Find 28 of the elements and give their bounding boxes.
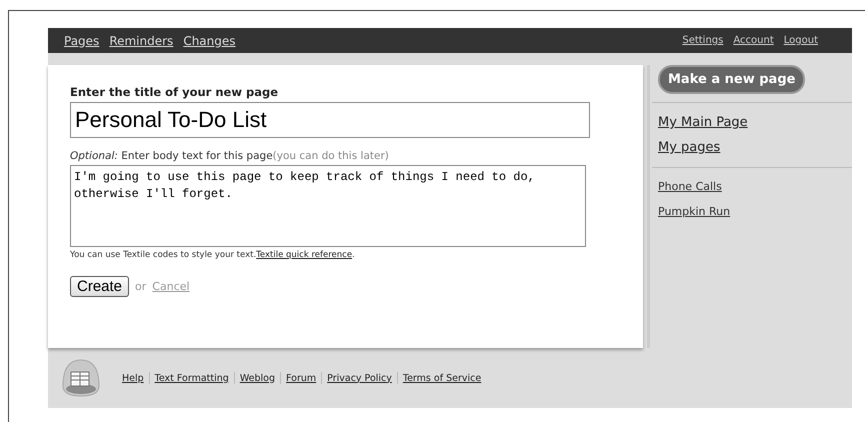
logo-icon — [60, 358, 102, 398]
footer-link[interactable]: Weblog — [240, 372, 276, 384]
footer-link[interactable]: Privacy Policy — [327, 372, 392, 384]
footer-link[interactable]: Forum — [286, 372, 316, 384]
nav-link[interactable]: Pages — [64, 34, 100, 48]
page-link[interactable]: Pumpkin Run — [658, 205, 846, 218]
footer-link[interactable]: Text Formatting — [154, 372, 229, 384]
account-link[interactable]: Account — [733, 35, 774, 46]
nav-link[interactable]: Changes — [183, 34, 236, 48]
account-link[interactable]: Logout — [784, 35, 818, 46]
sidebar-link[interactable]: My Main Page — [658, 115, 846, 130]
title-field[interactable]: Personal To-Do List — [70, 102, 590, 138]
footer-link[interactable]: Help — [122, 372, 144, 384]
textile-note: You can use Textile codes to style your text. — [70, 250, 256, 260]
footer-link[interactable]: Terms of Service — [402, 372, 482, 384]
nav-link[interactable]: Reminders — [109, 34, 174, 48]
body-label: Optional: Enter body text for this page — [70, 150, 273, 162]
textile-link[interactable]: Textile quick reference — [256, 250, 352, 260]
account-link[interactable]: Settings — [682, 35, 724, 46]
title-label: Enter the title of your new page — [70, 85, 279, 99]
create-button[interactable]: Create — [70, 276, 130, 297]
period-text: . — [352, 250, 355, 260]
or-text: or — [135, 280, 146, 293]
page-link[interactable]: Phone Calls — [658, 180, 846, 193]
sidebar-link[interactable]: My pages — [658, 140, 846, 155]
new-page-button[interactable]: Make a new page — [658, 65, 806, 94]
body-field[interactable]: I'm going to use this page to keep track of things I need to do, otherwise I'll forget. — [70, 165, 586, 247]
body-hint: (you can do this later) — [272, 150, 389, 162]
